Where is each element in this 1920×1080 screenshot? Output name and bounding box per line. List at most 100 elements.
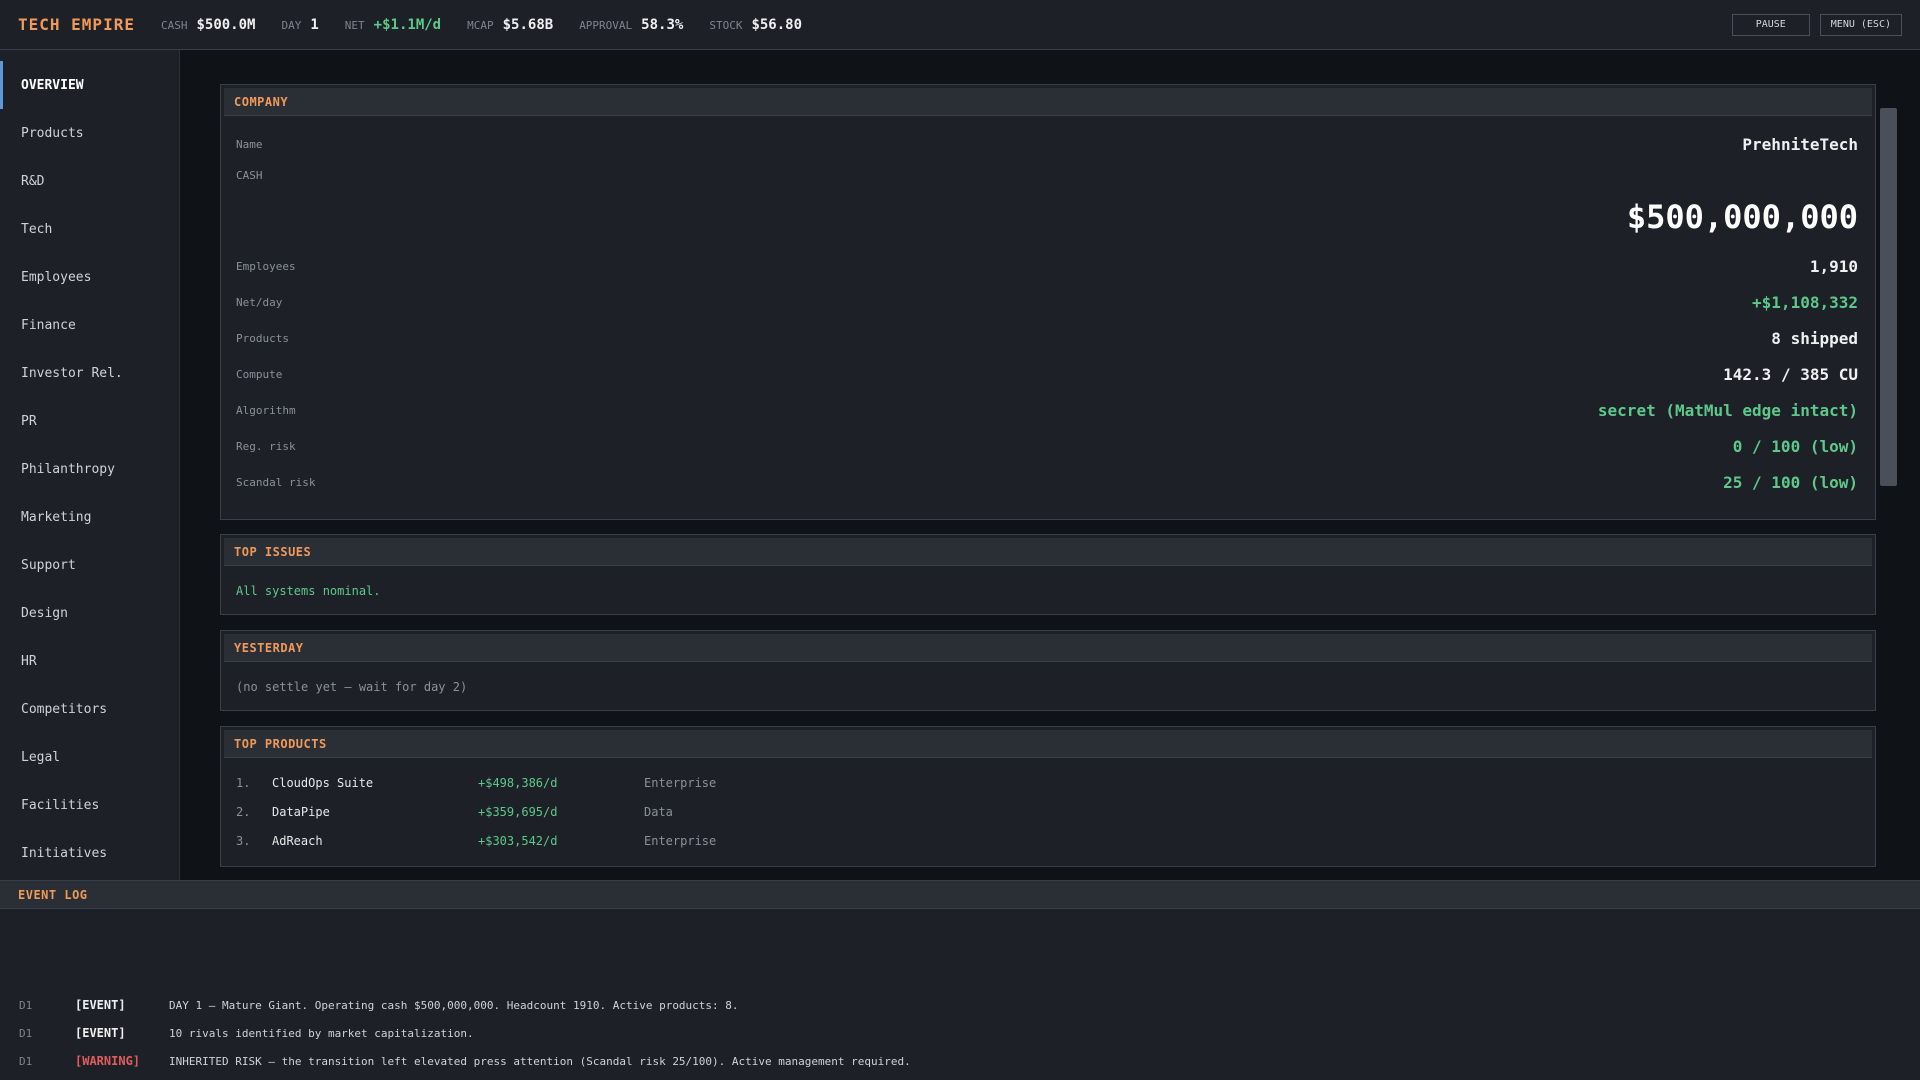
sidebar-item-marketing[interactable]: Marketing	[0, 493, 179, 541]
approval-stat-label: APPROVAL	[579, 18, 633, 32]
product-row: 2. DataPipe +$359,695/d Data	[221, 797, 1875, 826]
product-rank: 3.	[236, 833, 251, 848]
product-rank: 1.	[236, 775, 251, 790]
stock-stat-label: STOCK	[709, 18, 743, 32]
sidebar-item-tech[interactable]: Tech	[0, 205, 179, 253]
company-panel-title: COMPANY	[224, 88, 1872, 116]
reg-risk-row: Reg. risk 0 / 100 (low)	[221, 428, 1875, 464]
main-content: COMPANY Name PrehniteTech CASH $500,000,…	[180, 50, 1920, 880]
net-day-value: +$1,108,332	[1752, 292, 1858, 312]
log-entry-message: INHERITED RISK — the transition left ele…	[169, 1054, 911, 1068]
top-issues-status: All systems nominal.	[236, 584, 381, 598]
mcap-stat-value: $5.68B	[502, 16, 554, 33]
reg-risk-label: Reg. risk	[236, 439, 296, 453]
net-day-row: Net/day +$1,108,332	[221, 284, 1875, 320]
sidebar-item-support[interactable]: Support	[0, 541, 179, 589]
cash-label: CASH	[236, 168, 263, 182]
top-products-list: 1. CloudOps Suite +$498,386/d Enterprise…	[221, 768, 1875, 855]
products-row: Products 8 shipped	[221, 320, 1875, 356]
log-entry: D1 [WARNING] INHERITED RISK — the transi…	[0, 1051, 911, 1071]
sidebar-item-rnd[interactable]: R&D	[0, 157, 179, 205]
product-rank: 2.	[236, 804, 251, 819]
cash-stat-label: CASH	[160, 18, 188, 32]
event-log-panel: EVENT LOG D1 [EVENT] DAY 1 — Mature Gian…	[0, 880, 1920, 1080]
log-entry-message: 10 rivals identified by market capitaliz…	[169, 1026, 474, 1040]
sidebar-item-products[interactable]: Products	[0, 109, 179, 157]
mcap-stat-label: MCAP	[467, 18, 494, 32]
sidebar-item-facilities[interactable]: Facilities	[0, 781, 179, 829]
sidebar-item-finance[interactable]: Finance	[0, 301, 179, 349]
net-day-label: Net/day	[236, 295, 283, 309]
approval-stat-value: 58.3%	[641, 16, 684, 33]
log-entry-message: DAY 1 — Mature Giant. Operating cash $50…	[169, 998, 739, 1012]
scandal-risk-label: Scandal risk	[236, 475, 316, 489]
compute-row: Compute 142.3 / 385 CU	[221, 356, 1875, 392]
sidebar-item-design[interactable]: Design	[0, 589, 179, 637]
day-stat-label: DAY	[281, 18, 302, 32]
compute-label: Compute	[236, 367, 283, 381]
approval-stat: APPROVAL 58.3%	[579, 17, 683, 33]
log-entry-tag: [EVENT]	[75, 998, 126, 1012]
top-products-panel-title: TOP PRODUCTS	[224, 730, 1872, 758]
product-revenue: +$303,542/d	[478, 833, 558, 848]
stock-stat-value: $56.80	[751, 16, 803, 33]
employees-value: 1,910	[1809, 256, 1858, 276]
sidebar-item-hr[interactable]: HR	[0, 637, 179, 685]
day-stat-value: 1	[310, 16, 319, 33]
net-stat-value: +$1.1M/d	[373, 16, 442, 33]
cash-row: CASH	[221, 162, 1875, 188]
sidebar-nav: OVERVIEW Products R&D Tech Employees Fin…	[0, 50, 180, 880]
log-entry-day: D1	[19, 998, 33, 1012]
sidebar-item-competitors[interactable]: Competitors	[0, 685, 179, 733]
pause-button[interactable]: PAUSE	[1731, 13, 1810, 36]
stock-stat: STOCK $56.80	[709, 17, 802, 33]
scandal-risk-row: Scandal risk 25 / 100 (low)	[221, 464, 1875, 500]
sidebar-item-philanthropy[interactable]: Philanthropy	[0, 445, 179, 493]
sidebar-item-legal[interactable]: Legal	[0, 733, 179, 781]
sidebar-item-overview[interactable]: OVERVIEW	[0, 61, 179, 109]
product-row: 1. CloudOps Suite +$498,386/d Enterprise	[221, 768, 1875, 797]
top-products-panel: TOP PRODUCTS 1. CloudOps Suite +$498,386…	[220, 726, 1876, 867]
sidebar-item-pr[interactable]: PR	[0, 397, 179, 445]
cash-stat: CASH $500.0M	[161, 17, 256, 33]
yesterday-panel-title: YESTERDAY	[224, 634, 1872, 662]
reg-risk-value: 0 / 100 (low)	[1732, 436, 1858, 456]
net-stat-label: NET	[344, 18, 365, 32]
log-entry-tag-warning: [WARNING]	[75, 1054, 141, 1068]
sidebar-item-initiatives[interactable]: Initiatives	[0, 829, 179, 877]
event-log-title: EVENT LOG	[0, 881, 1920, 909]
product-revenue: +$359,695/d	[478, 804, 558, 819]
log-entry: D1 [EVENT] DAY 1 — Mature Giant. Operati…	[0, 995, 739, 1015]
company-name-label: Name	[236, 137, 263, 151]
product-category: Enterprise	[644, 775, 717, 790]
products-label: Products	[236, 331, 289, 345]
sidebar-item-investor-relations[interactable]: Investor Rel.	[0, 349, 179, 397]
yesterday-panel: YESTERDAY (no settle yet — wait for day …	[220, 630, 1876, 711]
product-category: Data	[644, 804, 673, 819]
company-panel: COMPANY Name PrehniteTech CASH $500,000,…	[220, 84, 1876, 520]
day-stat: DAY 1	[281, 17, 318, 33]
algorithm-value: secret (MatMul edge intact)	[1597, 400, 1858, 420]
top-bar: TECH EMPIRE CASH $500.0M DAY 1 NET +$1.1…	[0, 0, 1920, 50]
products-value: 8 shipped	[1771, 328, 1858, 348]
top-issues-panel: TOP ISSUES All systems nominal.	[220, 534, 1876, 615]
sidebar-item-employees[interactable]: Employees	[0, 253, 179, 301]
log-entry-day: D1	[19, 1026, 33, 1040]
product-name: DataPipe	[272, 804, 330, 819]
product-category: Enterprise	[644, 833, 717, 848]
employees-row: Employees 1,910	[221, 248, 1875, 284]
company-name-row: Name PrehniteTech	[221, 126, 1875, 162]
game-title: TECH EMPIRE	[18, 15, 135, 34]
cash-big-value: $500,000,000	[1626, 198, 1858, 236]
product-name: CloudOps Suite	[272, 775, 374, 790]
employees-label: Employees	[236, 259, 296, 273]
algorithm-label: Algorithm	[236, 403, 296, 417]
menu-button[interactable]: MENU (ESC)	[1819, 13, 1902, 36]
log-entry: D1 [EVENT] 10 rivals identified by marke…	[0, 1023, 474, 1043]
main-scrollbar-thumb[interactable]	[1880, 108, 1897, 486]
yesterday-status: (no settle yet — wait for day 2)	[236, 680, 468, 694]
top-issues-panel-title: TOP ISSUES	[224, 538, 1872, 566]
cash-stat-value: $500.0M	[196, 16, 256, 33]
algorithm-row: Algorithm secret (MatMul edge intact)	[221, 392, 1875, 428]
compute-value: 142.3 / 385 CU	[1723, 364, 1858, 384]
